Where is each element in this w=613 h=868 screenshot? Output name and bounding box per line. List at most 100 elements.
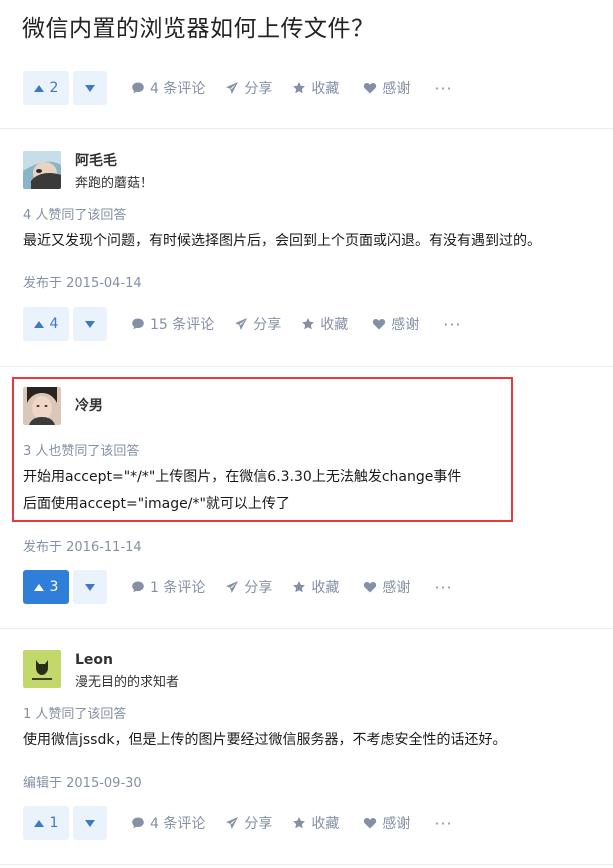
more-button[interactable]: ···	[443, 315, 461, 334]
answer-content: 最近又发现个问题，有时候选择图片后，会回到上个页面或闪退。有没有遇到过的。	[23, 233, 541, 249]
comment-bubble-icon	[132, 82, 144, 94]
author-bio: 漫无目的的求知者	[75, 675, 180, 690]
author-bio: 奔跑的蘑菇！	[75, 176, 154, 191]
share-label: 分享	[244, 580, 273, 596]
answer-content-line: 后面使用accept="image/*"就可以上传了	[23, 496, 290, 512]
thanks-button[interactable]: 感谢	[363, 813, 410, 833]
answer-author: Leon 漫无目的的求知者	[23, 650, 179, 693]
page-title: 微信内置的浏览器如何上传文件？	[22, 16, 375, 42]
answer-author: 冷男	[23, 387, 103, 425]
star-icon	[293, 82, 306, 94]
thanks-label: 感谢	[382, 81, 411, 97]
comment-button[interactable]: 4 条评论	[131, 78, 205, 98]
upvote-button[interactable]: 4	[23, 307, 69, 341]
triangle-up-icon	[33, 583, 44, 591]
triangle-down-icon	[85, 84, 95, 92]
votes-summary[interactable]: 4 人赞同了该回答	[23, 204, 126, 223]
favorite-label: 收藏	[311, 816, 340, 832]
share-label: 分享	[253, 317, 282, 333]
thanks-button[interactable]: 感谢	[363, 78, 410, 98]
author-name[interactable]: 冷男	[75, 397, 103, 415]
divider	[0, 366, 613, 367]
star-icon	[302, 318, 315, 330]
heart-icon	[364, 82, 377, 94]
upvote-button[interactable]: 2	[23, 71, 69, 105]
favorite-button[interactable]: 收藏	[292, 78, 339, 98]
downvote-button[interactable]	[73, 71, 107, 105]
favorite-label: 收藏	[320, 317, 349, 333]
thanks-label: 感谢	[382, 580, 411, 596]
share-button[interactable]: 分享	[225, 577, 272, 597]
downvote-button[interactable]	[73, 806, 107, 840]
upvote-button[interactable]: 3	[23, 570, 69, 604]
more-button[interactable]: ···	[434, 578, 452, 597]
comment-bubble-icon	[132, 581, 144, 593]
divider	[0, 128, 613, 129]
heart-icon	[364, 581, 377, 593]
comment-count: 15 条评论	[150, 317, 215, 333]
answer-date[interactable]: 发布于 2016-11-14	[23, 536, 142, 555]
more-button[interactable]: ···	[434, 79, 452, 98]
share-button[interactable]: 分享	[225, 813, 272, 833]
heart-icon	[364, 817, 377, 829]
downvote-button[interactable]	[73, 570, 107, 604]
author-name[interactable]: 阿毛毛	[75, 152, 153, 170]
thanks-button[interactable]: 感谢	[372, 314, 419, 334]
votes-summary[interactable]: 3 人也赞同了该回答	[23, 440, 139, 459]
triangle-up-icon	[33, 320, 44, 328]
triangle-down-icon	[85, 583, 95, 591]
upvote-count: 3	[49, 579, 59, 595]
comment-button[interactable]: 4 条评论	[131, 813, 205, 833]
answer-actions: 1 4 条评论 分享 收藏 感谢 ···	[23, 806, 453, 840]
thanks-label: 感谢	[382, 816, 411, 832]
share-label: 分享	[244, 81, 273, 97]
comment-button[interactable]: 1 条评论	[131, 577, 205, 597]
share-label: 分享	[244, 816, 273, 832]
paper-plane-icon	[226, 581, 239, 593]
comment-count: 4 条评论	[150, 816, 206, 832]
upvote-button[interactable]: 1	[23, 806, 69, 840]
triangle-up-icon	[33, 819, 44, 827]
avatar[interactable]	[23, 387, 61, 425]
avatar[interactable]	[23, 151, 61, 189]
upvote-count: 1	[49, 815, 59, 831]
favorite-button[interactable]: 收藏	[292, 813, 339, 833]
favorite-button[interactable]: 收藏	[292, 577, 339, 597]
favorite-button[interactable]: 收藏	[301, 314, 348, 334]
answer-actions: 3 1 条评论 分享 收藏 感谢 ···	[23, 570, 453, 604]
heart-icon	[373, 318, 386, 330]
avatar[interactable]	[23, 650, 61, 688]
paper-plane-icon	[226, 82, 239, 94]
author-name[interactable]: Leon	[75, 651, 179, 669]
answer-author: 阿毛毛 奔跑的蘑菇！	[23, 151, 153, 194]
star-icon	[293, 581, 306, 593]
share-button[interactable]: 分享	[225, 78, 272, 98]
triangle-down-icon	[85, 819, 95, 827]
answer-content-line: 开始用accept="*/*"上传图片，在微信6.3.30上无法触发change…	[23, 469, 462, 485]
comment-count: 1 条评论	[150, 580, 206, 596]
star-icon	[293, 817, 306, 829]
divider	[0, 864, 613, 865]
paper-plane-icon	[226, 817, 239, 829]
thanks-label: 感谢	[391, 317, 420, 333]
answer-content: 使用微信jssdk，但是上传的图片要经过微信服务器，不考虑安全性的话还好。	[23, 732, 507, 748]
triangle-up-icon	[33, 84, 44, 92]
answer-date[interactable]: 发布于 2015-04-14	[23, 272, 142, 291]
comment-button[interactable]: 15 条评论	[131, 314, 214, 334]
divider	[0, 628, 613, 629]
share-button[interactable]: 分享	[234, 314, 281, 334]
upvote-count: 2	[49, 80, 59, 96]
answer-date[interactable]: 编辑于 2015-09-30	[23, 772, 142, 791]
question-actions: 2 4 条评论 分享 收藏 感谢 ···	[23, 71, 453, 105]
triangle-down-icon	[85, 320, 95, 328]
comment-bubble-icon	[132, 817, 144, 829]
comment-bubble-icon	[132, 318, 144, 330]
answer-actions: 4 15 条评论 分享 收藏 感谢 ···	[23, 307, 462, 341]
votes-summary[interactable]: 1 人赞同了该回答	[23, 703, 126, 722]
favorite-label: 收藏	[311, 81, 340, 97]
comment-count: 4 条评论	[150, 81, 206, 97]
downvote-button[interactable]	[73, 307, 107, 341]
thanks-button[interactable]: 感谢	[363, 577, 410, 597]
paper-plane-icon	[235, 318, 248, 330]
more-button[interactable]: ···	[434, 814, 452, 833]
